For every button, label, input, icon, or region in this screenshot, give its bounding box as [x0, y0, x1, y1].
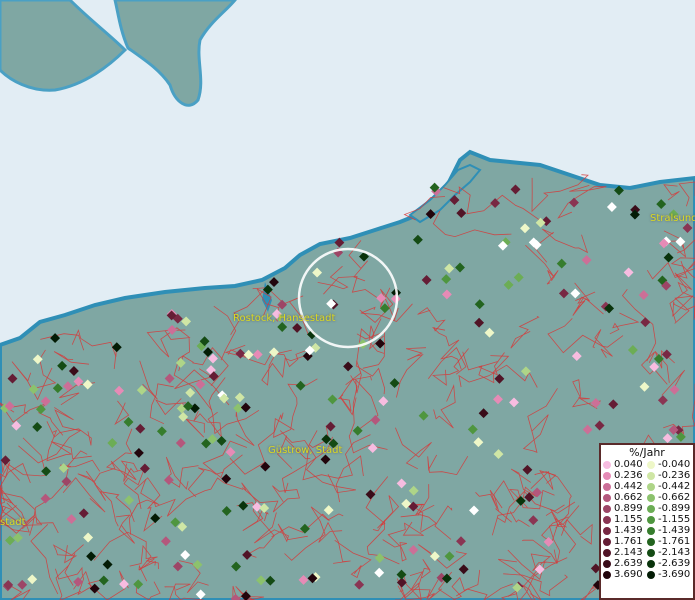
legend-entry: 0.040 — [603, 459, 647, 470]
legend-label: 2.143 — [614, 547, 643, 558]
legend-swatch — [647, 460, 655, 469]
legend-swatch — [603, 504, 611, 513]
legend-swatch — [647, 559, 655, 568]
legend-positive-column: 0.040 0.236 0.442 0.662 0.899 1.155 1.439 1.761… — [603, 459, 647, 580]
legend-entry: 0.442 — [603, 481, 647, 492]
legend-label: 1.761 — [614, 536, 643, 547]
legend-entry: 0.899 — [603, 503, 647, 514]
legend-entry: 3.690 — [603, 569, 647, 580]
legend-entry: -1.761 — [647, 536, 691, 547]
legend-entry: -1.439 — [647, 525, 691, 536]
legend-swatch — [647, 515, 655, 524]
legend-swatch — [603, 515, 611, 524]
legend-label: 2.639 — [614, 558, 643, 569]
legend-label: -1.439 — [658, 525, 691, 536]
city-label-guestrow: Güstrow, Stadt — [268, 445, 343, 456]
legend-swatch — [603, 570, 611, 579]
legend-swatch — [647, 570, 655, 579]
legend-swatch — [647, 471, 655, 480]
legend-swatch — [603, 482, 611, 491]
legend-entry: 2.143 — [603, 547, 647, 558]
legend-label: -2.639 — [658, 558, 691, 569]
legend-swatch — [603, 537, 611, 546]
city-label-partial-west: stadt — [0, 517, 26, 528]
legend-entry: 2.639 — [603, 558, 647, 569]
city-label-stralsund: Stralsund — [650, 213, 695, 224]
legend-entry: -0.899 — [647, 503, 691, 514]
legend-label: 0.899 — [614, 503, 643, 514]
legend-label: -1.155 — [658, 514, 691, 525]
legend-label: -3.690 — [658, 569, 691, 580]
legend-entry: -3.690 — [647, 569, 691, 580]
legend-label: 1.155 — [614, 514, 643, 525]
legend-label: -2.143 — [658, 547, 691, 558]
legend-label: 0.442 — [614, 481, 643, 492]
legend-label: 3.690 — [614, 569, 643, 580]
legend-label: 0.662 — [614, 492, 643, 503]
legend-swatch — [647, 537, 655, 546]
legend-label: -0.662 — [658, 492, 691, 503]
legend-entry: -0.040 — [647, 459, 691, 470]
legend-negative-column: -0.040 -0.236 -0.442 -0.662 -0.899 -1.155 -1.4… — [647, 459, 691, 580]
legend-label: -1.761 — [658, 536, 691, 547]
legend-entry: -2.639 — [647, 558, 691, 569]
legend-label: -0.236 — [658, 470, 691, 481]
legend-entry: -0.236 — [647, 470, 691, 481]
city-label-rostock: Rostock, Hansestadt — [233, 313, 336, 324]
legend-swatch — [603, 471, 611, 480]
legend-title: %/Jahr — [629, 446, 665, 459]
legend-entry: 1.439 — [603, 525, 647, 536]
legend-swatch — [647, 482, 655, 491]
legend-label: 0.040 — [614, 459, 643, 470]
legend-swatch — [603, 559, 611, 568]
legend-swatch — [647, 526, 655, 535]
legend-entry: 0.662 — [603, 492, 647, 503]
legend-entry: 1.155 — [603, 514, 647, 525]
legend-swatch — [647, 548, 655, 557]
legend: %/Jahr 0.040 0.236 0.442 0.662 0.899 1.155 1.4… — [599, 443, 695, 600]
legend-entry: 0.236 — [603, 470, 647, 481]
legend-swatch — [647, 493, 655, 502]
legend-swatch — [647, 504, 655, 513]
legend-label: 1.439 — [614, 525, 643, 536]
legend-label: 0.236 — [614, 470, 643, 481]
legend-entry: 1.761 — [603, 536, 647, 547]
legend-swatch — [603, 548, 611, 557]
legend-label: -0.040 — [658, 459, 691, 470]
legend-swatch — [603, 493, 611, 502]
legend-entry: -0.442 — [647, 481, 691, 492]
legend-entry: -1.155 — [647, 514, 691, 525]
legend-entry: -2.143 — [647, 547, 691, 558]
legend-entry: -0.662 — [647, 492, 691, 503]
legend-swatch — [603, 460, 611, 469]
legend-label: -0.899 — [658, 503, 691, 514]
legend-label: -0.442 — [658, 481, 691, 492]
map-canvas[interactable] — [0, 0, 695, 600]
legend-swatch — [603, 526, 611, 535]
